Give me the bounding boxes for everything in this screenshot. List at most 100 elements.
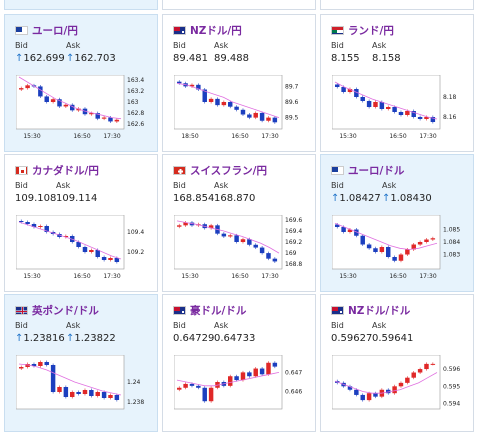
candle-body bbox=[221, 102, 227, 106]
candle-body bbox=[108, 117, 113, 122]
candle-body bbox=[19, 88, 24, 90]
price-chart[interactable]: 1.24 1.238 bbox=[16, 355, 148, 421]
pair-title[interactable]: スイスフラン/円 bbox=[173, 163, 267, 178]
candle-body bbox=[398, 112, 404, 115]
price-chart[interactable]: 163.4 163.2 163 162.8 162.6 15:30 16:50 17:30 bbox=[16, 75, 148, 141]
pair-title[interactable]: 英ポンド/ドル bbox=[15, 303, 99, 318]
candle-body bbox=[272, 117, 278, 123]
rate-card[interactable]: NZドル/円 Bid Ask 89.481 89.488 89.7 89.6 89.5 18:5… bbox=[162, 14, 316, 152]
pair-title-text[interactable]: NZドル/ドル bbox=[348, 303, 410, 318]
candle-body bbox=[57, 387, 62, 392]
plot-area bbox=[16, 355, 125, 410]
y-tick-label: 1.085 bbox=[443, 227, 460, 234]
ask-value: 8.158 bbox=[372, 53, 401, 64]
price-chart[interactable]: 169.6 169.4 169.2 169 168.8 15:30 16:50 17:30 bbox=[174, 215, 306, 281]
bid-value-text: 168.854 bbox=[173, 193, 215, 204]
pair-title[interactable]: ユーロ/円 bbox=[15, 23, 78, 38]
rate-card[interactable]: NZドル/ドル Bid Ask 0.59627 0.59641 0.596 0.595 0.5… bbox=[320, 294, 474, 432]
rate-card[interactable]: カナダドル/円 Bid Ask 109.108 109.114 109.4 109.2 15:… bbox=[4, 154, 158, 292]
candle-body bbox=[228, 235, 233, 237]
y-tick-label: 1.083 bbox=[443, 252, 460, 259]
y-tick-label: 162.8 bbox=[127, 110, 144, 117]
candle-body bbox=[253, 368, 258, 377]
candle-body bbox=[19, 367, 24, 369]
pair-title-text[interactable]: ユーロ/円 bbox=[32, 23, 78, 38]
pair-title-text[interactable]: 英ポンド/ドル bbox=[32, 303, 99, 318]
candle-body bbox=[234, 235, 239, 242]
nz-flag-icon bbox=[173, 26, 186, 35]
candle-body bbox=[50, 99, 56, 102]
candle-body bbox=[202, 387, 207, 402]
candle-body bbox=[196, 385, 201, 388]
rate-card[interactable]: ユーロ/円 Bid Ask ↑162.699 ↑162.703 163.4 163.2 163… bbox=[4, 14, 158, 152]
price-chart[interactable]: 109.4 109.2 15:30 16:50 17:30 bbox=[16, 215, 148, 281]
pair-title[interactable]: カナダドル/円 bbox=[15, 163, 99, 178]
candle-body bbox=[272, 258, 278, 262]
nz-flag-icon bbox=[331, 306, 344, 315]
candle-body bbox=[266, 253, 271, 259]
candle-body bbox=[411, 372, 416, 378]
bid-value-text: 1.08427 bbox=[339, 193, 381, 204]
y-tick-label: 1.084 bbox=[443, 239, 460, 246]
pair-title-text[interactable]: ランド/円 bbox=[348, 23, 394, 38]
bid-value: 0.59627 bbox=[331, 333, 372, 344]
price-chart[interactable]: 89.7 89.6 89.5 18:50 16:50 17:30 bbox=[174, 75, 306, 141]
pair-title[interactable]: NZドル/円 bbox=[173, 23, 242, 38]
candle-body bbox=[82, 247, 88, 252]
candle-body bbox=[89, 390, 94, 396]
y-tick-label: 0.595 bbox=[443, 383, 460, 390]
pair-title-text[interactable]: カナダドル/円 bbox=[32, 163, 99, 178]
price-chart[interactable]: 0.647 0.646 bbox=[174, 355, 306, 421]
candle-body bbox=[379, 247, 385, 252]
candle-body bbox=[253, 112, 258, 118]
candle-body bbox=[405, 377, 410, 383]
y-tick-label: 0.646 bbox=[285, 389, 302, 396]
pair-title[interactable]: ユーロ/ドル bbox=[331, 163, 404, 178]
pair-title[interactable]: NZドル/ドル bbox=[331, 303, 410, 318]
ask-value: ↑1.23822 bbox=[66, 333, 116, 344]
candle-body bbox=[177, 225, 182, 227]
candle-body bbox=[253, 244, 258, 248]
y-tick-label: 0.594 bbox=[443, 401, 460, 408]
bid-value: 89.481 bbox=[173, 53, 208, 64]
candle-body bbox=[373, 248, 378, 252]
ask-value-text: 0.59641 bbox=[372, 333, 414, 344]
rate-card[interactable]: ランド/円 Bid Ask 8.155 8.158 8.18 8.16 15:30 16:50 1… bbox=[320, 14, 474, 152]
candle-body bbox=[360, 394, 365, 401]
x-tick-label: 17:30 bbox=[103, 133, 120, 140]
y-tick-label: 0.647 bbox=[285, 369, 302, 376]
ask-value-text: 1.08430 bbox=[390, 193, 432, 204]
bid-value-text: 89.481 bbox=[173, 53, 208, 64]
au-flag-icon bbox=[173, 306, 186, 315]
pair-title-text[interactable]: ユーロ/ドル bbox=[348, 163, 404, 178]
candle-body bbox=[101, 257, 107, 260]
candle-body bbox=[63, 104, 69, 107]
eu-flag-icon bbox=[15, 26, 28, 35]
rate-card[interactable]: スイスフラン/円 Bid Ask 168.854 168.870 169.6 169.4 16… bbox=[162, 154, 316, 292]
price-chart[interactable]: 1.085 1.084 1.083 15:30 16:50 17:30 bbox=[332, 215, 464, 281]
plot-area bbox=[332, 355, 441, 410]
price-chart[interactable]: 0.596 0.595 0.594 bbox=[332, 355, 464, 421]
price-chart[interactable]: 8.18 8.16 15:30 16:50 17:30 bbox=[332, 75, 464, 141]
pair-title-text[interactable]: 豪ドル/ドル bbox=[190, 303, 246, 318]
bid-label: Bid bbox=[331, 181, 344, 190]
plot-area bbox=[332, 215, 441, 270]
rate-card[interactable]: 豪ドル/ドル Bid Ask 0.64729 0.64733 0.647 0.646 bbox=[162, 294, 316, 432]
candle-body bbox=[25, 222, 30, 224]
pair-title[interactable]: ランド/円 bbox=[331, 23, 394, 38]
pair-title-text[interactable]: スイスフラン/円 bbox=[190, 163, 267, 178]
candle-body bbox=[228, 102, 233, 107]
y-tick-label: 163 bbox=[127, 99, 139, 106]
rate-card[interactable]: ユーロ/ドル Bid Ask ↑1.08427 ↑1.08430 1.085 1.084 1.… bbox=[320, 154, 474, 292]
pair-title-text[interactable]: NZドル/円 bbox=[190, 23, 242, 38]
ca-flag-icon bbox=[15, 166, 28, 175]
pair-title[interactable]: 豪ドル/ドル bbox=[173, 303, 246, 318]
bid-value: 0.64729 bbox=[173, 333, 214, 344]
ask-value-text: 168.870 bbox=[214, 193, 256, 204]
bid-value-text: 109.108 bbox=[15, 193, 57, 204]
ask-label: Ask bbox=[214, 321, 229, 330]
candle-body bbox=[373, 393, 378, 397]
rate-card[interactable]: 英ポンド/ドル Bid Ask ↑1.23816 ↑1.23822 1.24 1.238 bbox=[4, 294, 158, 432]
candle-body bbox=[386, 247, 391, 257]
eu-flag-icon bbox=[331, 166, 344, 175]
